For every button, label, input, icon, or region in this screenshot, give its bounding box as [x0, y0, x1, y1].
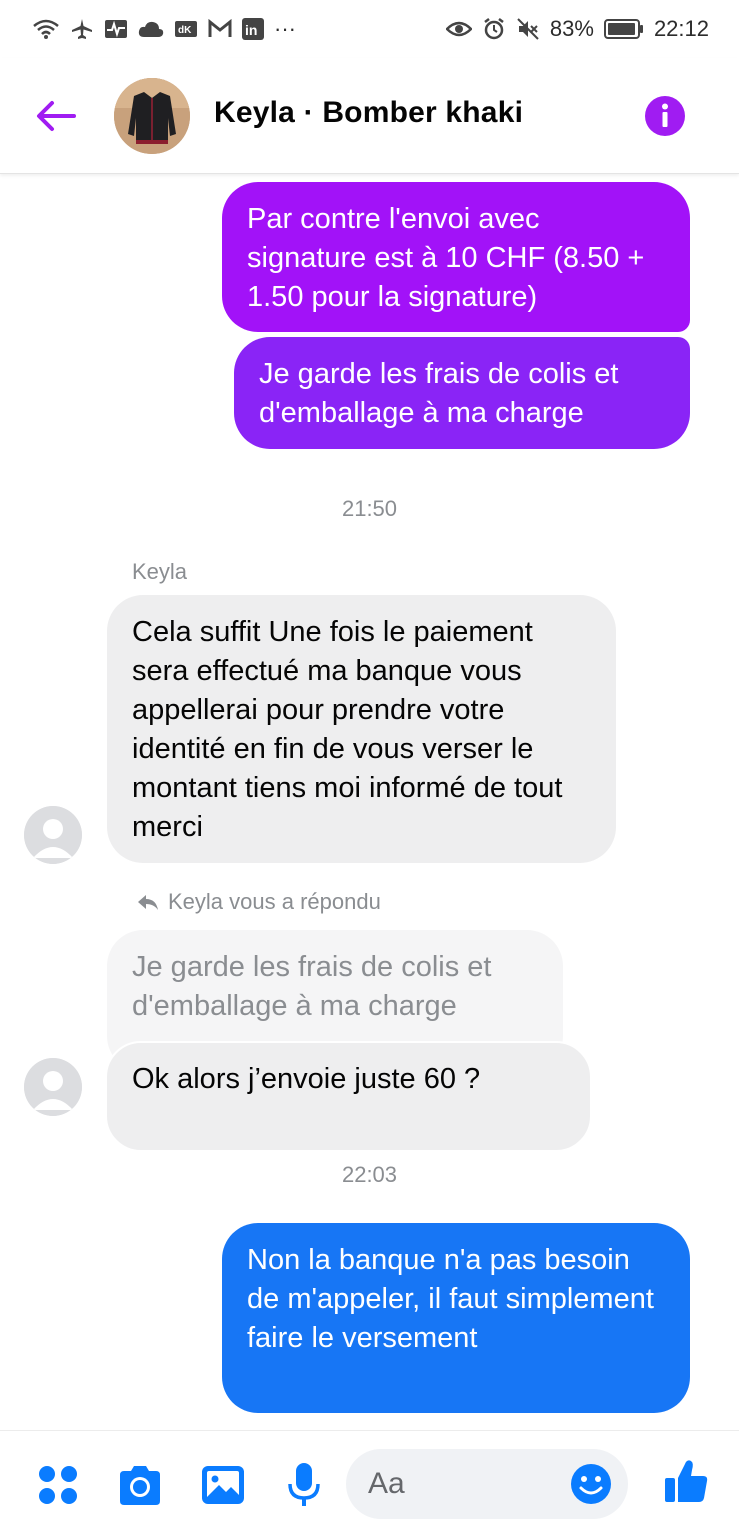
reply-arrow-icon [138, 895, 158, 910]
info-icon [645, 96, 685, 136]
svg-text:in: in [245, 22, 257, 38]
alarm-icon [482, 17, 506, 41]
airplane-icon [70, 17, 94, 41]
svg-text:dK: dK [178, 25, 192, 36]
microphone-icon [288, 1463, 320, 1506]
contact-avatar-small[interactable] [24, 1058, 82, 1116]
camera-button[interactable] [116, 1461, 164, 1509]
battery-percent: 83% [549, 16, 594, 41]
status-time: 22:12 [653, 16, 709, 41]
reply-note-text: Keyla vous a répondu [168, 889, 381, 914]
emoji-icon [571, 1464, 611, 1504]
camera-icon [120, 1466, 160, 1505]
message-outgoing[interactable]: Je garde les frais de colis et d'emballa… [234, 337, 690, 449]
gmail-icon [208, 17, 232, 41]
info-button[interactable] [644, 95, 686, 137]
linkedin-icon: in [242, 17, 264, 41]
apps-icon [39, 1466, 77, 1504]
conversation-header: Keyla · Bomber khaki [0, 58, 739, 174]
gallery-icon [202, 1466, 244, 1504]
apps-button[interactable] [34, 1461, 82, 1509]
reply-indicator: Keyla vous a répondu [136, 889, 381, 915]
eye-icon [445, 17, 472, 41]
voice-button[interactable] [280, 1461, 328, 1509]
cloud-icon [138, 17, 164, 41]
back-arrow-icon [37, 101, 76, 131]
mute-icon [516, 17, 540, 41]
like-button[interactable] [662, 1457, 710, 1505]
timestamp: 22:03 [341, 1162, 398, 1187]
conversation-title[interactable]: Keyla · Bomber khaki [214, 96, 523, 130]
message-input-container [346, 1449, 628, 1519]
gallery-button[interactable] [199, 1461, 247, 1509]
battery-icon [603, 17, 644, 41]
status-bar-right: 83% 22:12 [445, 16, 709, 42]
like-icon [665, 1460, 708, 1502]
status-more: ··· [274, 16, 296, 41]
contact-avatar[interactable] [114, 78, 190, 154]
status-bar-left: dK in ··· [32, 16, 296, 42]
contact-avatar-small[interactable] [24, 806, 82, 864]
message-outgoing[interactable]: Non la banque n'a pas besoin de m'appele… [222, 1223, 690, 1413]
message-incoming[interactable]: Cela suffit Une fois le paiement sera ef… [107, 595, 616, 863]
message-input[interactable] [368, 1464, 558, 1504]
timestamp: 21:50 [341, 496, 398, 521]
vpn-icon: dK [174, 17, 198, 41]
status-bar: dK in ··· 83% 22:12 [0, 0, 739, 58]
emoji-button[interactable] [570, 1463, 612, 1505]
sender-name: Keyla [132, 559, 188, 584]
activity-icon [104, 17, 128, 41]
back-button[interactable] [34, 94, 78, 138]
message-composer [0, 1430, 739, 1536]
message-incoming[interactable]: Ok alors j’envoie juste 60 ? [105, 1041, 592, 1152]
message-outgoing[interactable]: Par contre l'envoi avec signature est à … [222, 182, 690, 332]
wifi-icon [32, 17, 60, 41]
